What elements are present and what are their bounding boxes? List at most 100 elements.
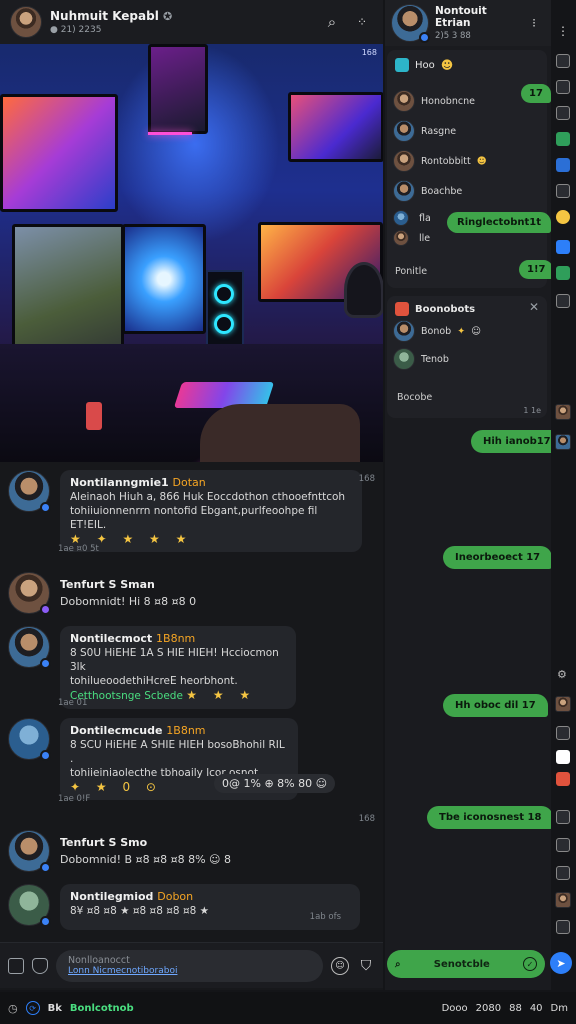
calendar-icon[interactable]: [556, 184, 570, 198]
participant-row[interactable]: Rasgne: [393, 120, 456, 142]
sender-avatar[interactable]: [8, 718, 51, 761]
lock-icon[interactable]: [556, 838, 570, 852]
grid-icon[interactable]: ⁘: [351, 15, 373, 29]
grid-icon[interactable]: [556, 80, 570, 94]
message-time: 168: [358, 474, 375, 484]
outgoing-message[interactable]: Hh oboc dil 17: [443, 694, 548, 717]
sender-name[interactable]: Nontilecmoct 1B8nm: [70, 632, 286, 646]
sender-name[interactable]: Nontilanngmie1 Dotan: [70, 476, 352, 490]
search-icon: ⌕: [395, 958, 401, 970]
bot-row[interactable]: Tenob: [393, 348, 449, 370]
sender-name[interactable]: Nontilegmiod Dobon: [70, 890, 350, 904]
chat-header: Nuhmuit Kepabl ✪ ● 21) 2235 ⌕ ⁘: [0, 0, 383, 44]
shield-icon[interactable]: ⛉: [357, 957, 375, 975]
message-text: 8 SCU HiEHE A SHIE HIEH bosoBhohil RIL .: [70, 739, 285, 765]
photo-headset: [344, 262, 383, 318]
sender-name[interactable]: Dontilecmcude 1B8nm: [70, 724, 288, 738]
more-icon[interactable]: ⋮: [557, 24, 569, 38]
home-icon[interactable]: [556, 54, 570, 68]
sender-name[interactable]: Tenfurt S Sman: [60, 578, 196, 591]
reaction-bar[interactable]: 0@ 1% ⊕ 8% 80 ☺: [214, 774, 336, 793]
more-icon[interactable]: ⁝: [523, 16, 545, 30]
participant-row[interactable]: Boachbe: [393, 180, 462, 202]
user-avatar[interactable]: [555, 434, 571, 450]
message-time: 1ab ofs: [309, 912, 341, 922]
user-avatar[interactable]: [555, 696, 571, 712]
message-input-link[interactable]: Lonn Nicmecnotiboraboi: [68, 966, 311, 976]
sender-avatar[interactable]: [8, 572, 51, 615]
window-icon[interactable]: [556, 750, 570, 764]
send-button[interactable]: ➤: [550, 952, 572, 974]
emoji-row: ★ ✦ ★ ★ ★: [70, 532, 193, 546]
user-avatar[interactable]: [555, 404, 571, 420]
emoji-picker-icon[interactable]: ☺: [331, 956, 349, 975]
shared-photo[interactable]: 168: [0, 44, 383, 462]
mail-icon[interactable]: [556, 294, 570, 308]
gallery-icon[interactable]: [32, 957, 48, 974]
message-bubble[interactable]: Nontilanngmie1 Dotan Aleinaoh Hiuh a, 86…: [60, 470, 362, 552]
smile-icon: ☻: [476, 155, 487, 167]
tools-icon[interactable]: [556, 726, 570, 740]
channel-title[interactable]: Nuhmuit Kepabl ✪: [50, 9, 313, 23]
search-icon[interactable]: [556, 810, 570, 824]
settings-icon[interactable]: ⚙: [557, 668, 567, 681]
attach-icon[interactable]: [8, 957, 24, 974]
side-chat-title[interactable]: Nontouit Etrian: [435, 5, 517, 29]
bot-row[interactable]: Bonob ✦ ☺: [393, 320, 481, 342]
side-chat-avatar[interactable]: [391, 4, 430, 43]
outgoing-message[interactable]: Hih ianob17: [471, 430, 563, 453]
photo-monitor-top-right: [288, 92, 383, 162]
message-composer: Nonlloanocct Lonn Nicmecnotiboraboi ☺ ⛉: [0, 942, 383, 988]
message-input[interactable]: Nonlloanocct Lonn Nicmecnotiboraboi: [56, 949, 323, 982]
sender-avatar[interactable]: [8, 626, 51, 669]
tag-icon[interactable]: [556, 106, 570, 120]
check-icon[interactable]: ✓: [523, 957, 537, 971]
participant-row[interactable]: Rontobbitt ☻: [393, 150, 487, 172]
participant-row[interactable]: Honobncne: [393, 90, 475, 112]
app-icon[interactable]: [556, 240, 570, 254]
message-item: Tenfurt S Sman Dobomnidt! Hi 8 ¤8 ¤8 0: [8, 572, 196, 615]
sender-avatar[interactable]: [8, 884, 51, 927]
message-bubble[interactable]: Nontilegmiod Dobon 8¥ ¤8 ¤8 ★ ¤8 ¤8 ¤8 ¤…: [60, 884, 360, 930]
message-item: Nontilecmoct 1B8nm 8 S0U HiEHE 1A S HIE …: [8, 626, 296, 709]
flag-icon[interactable]: [556, 772, 570, 786]
message-bubble[interactable]: Nontilecmoct 1B8nm 8 S0U HiEHE 1A S HIE …: [60, 626, 296, 709]
doc-icon[interactable]: [556, 158, 570, 172]
sender-role: 1B8nm: [166, 724, 206, 737]
close-icon[interactable]: ✕: [529, 300, 539, 314]
side-search-bar[interactable]: ⌕ Senotcble ✓: [387, 950, 545, 978]
sync-icon[interactable]: ⟳: [25, 1001, 40, 1015]
online-badge: [40, 750, 51, 761]
message-text: Dobomnid! B ¤8 ¤8 ¤8 8% ☺ 8: [60, 853, 231, 866]
unread-bubble[interactable]: 17: [521, 84, 551, 103]
message-bubble-out[interactable]: Ringlectobnt1t: [447, 212, 551, 233]
channel-avatar[interactable]: [10, 6, 42, 38]
user-avatar[interactable]: [555, 892, 571, 908]
panel-header: Boonobots: [395, 302, 475, 316]
participant-row[interactable]: fla: [393, 210, 431, 226]
sender-name[interactable]: Tenfurt S Smo: [60, 836, 231, 849]
online-badge: [40, 658, 51, 669]
status-connection[interactable]: Bonlcotnob: [70, 1003, 134, 1014]
emoji-icon[interactable]: [556, 210, 570, 224]
chart-icon[interactable]: [556, 266, 570, 280]
photo-fan-1: [214, 284, 234, 304]
panel-footer: Ponitle: [395, 266, 428, 277]
outgoing-message[interactable]: Ineorbeoect 17: [443, 546, 553, 569]
online-badge: [40, 862, 51, 873]
unread-bubble[interactable]: 1!7: [519, 260, 554, 279]
channel-subtitle: ● 21) 2235: [50, 25, 313, 35]
search-icon[interactable]: ⌕: [321, 13, 343, 31]
participant-row[interactable]: lle: [393, 230, 430, 246]
message-item: Nontilanngmie1 Dotan Aleinaoh Hiuh a, 86…: [8, 470, 362, 552]
folder-icon[interactable]: [556, 866, 570, 880]
channel-title-text: Nuhmuit Kepabl: [50, 9, 159, 23]
sender-avatar[interactable]: [8, 470, 51, 513]
panel-time: 1 1e: [523, 406, 541, 415]
sender-avatar[interactable]: [8, 830, 51, 873]
message-text: tohilueoodethiHcreE heorbhont.: [70, 675, 238, 687]
camera-icon[interactable]: [556, 920, 570, 934]
outgoing-message[interactable]: Tbe iconosnest 18: [427, 806, 554, 829]
sheet-icon[interactable]: [556, 132, 570, 146]
message-meta: 1ae 0!F: [58, 794, 91, 804]
